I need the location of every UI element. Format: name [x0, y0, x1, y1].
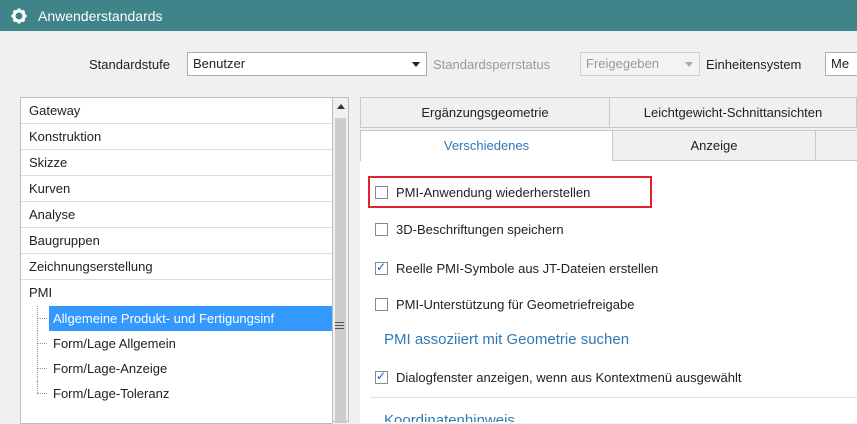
scrollbar-thumb[interactable]: [335, 118, 346, 423]
tree-connector: [37, 318, 47, 319]
sperrstatus-label: Standardsperrstatus: [433, 57, 551, 72]
option-pmi-unterstuetzung[interactable]: PMI-Unterstützung für Geometriefreigabe: [375, 292, 634, 316]
tree-subitem-label: Form/Lage-Anzeige: [53, 361, 168, 376]
tree-connector: [37, 368, 47, 369]
checkbox-checked[interactable]: [375, 369, 388, 384]
tree-scrollbar[interactable]: [332, 97, 349, 423]
tab-ergaenzungsgeometrie[interactable]: Ergänzungsgeometrie: [360, 97, 610, 128]
checkbox-checked[interactable]: [375, 260, 388, 275]
option-3d-beschriftungen[interactable]: 3D-Beschriftungen speichern: [375, 217, 564, 241]
tab-more[interactable]: [815, 130, 857, 161]
tree-item-zeichnungserstellung[interactable]: Zeichnungserstellung: [21, 254, 333, 280]
section-title: PMI assoziiert mit Geometrie suchen: [384, 331, 630, 348]
tree-item-gateway[interactable]: Gateway: [21, 98, 333, 124]
tree-connector: [37, 381, 38, 393]
tree-connector: [37, 343, 47, 344]
tree-item-analyse[interactable]: Analyse: [21, 202, 333, 228]
standardstufe-label: Standardstufe: [89, 57, 170, 72]
chevron-down-icon: [685, 62, 693, 67]
option-label: PMI-Anwendung wiederherstellen: [396, 184, 591, 200]
tab-verschiedenes[interactable]: Verschiedenes: [360, 130, 613, 161]
chevron-down-icon: [412, 62, 420, 67]
standardstufe-value: Benutzer: [193, 56, 246, 71]
option-pmi-anwendung[interactable]: PMI-Anwendung wiederherstellen: [375, 180, 590, 204]
tree-item-kurven[interactable]: Kurven: [21, 176, 333, 202]
option-label: Dialogfenster anzeigen, wenn aus Kontext…: [396, 369, 742, 385]
tree-subitem-form-lage-anzeige[interactable]: Form/Lage-Anzeige: [21, 356, 333, 381]
option-label: 3D-Beschriftungen speichern: [396, 221, 564, 237]
tree-item-pmi[interactable]: PMI: [21, 280, 333, 306]
einheiten-label: Einheitensystem: [706, 57, 802, 72]
standardstufe-select[interactable]: Benutzer: [187, 52, 427, 76]
option-label: Reelle PMI-Symbole aus JT-Dateien erstel…: [396, 260, 659, 276]
sperrstatus-value: Freigegeben: [586, 56, 659, 71]
window-titlebar: Anwenderstandards: [0, 0, 857, 31]
toolbar: Standardstufe Benutzer Standardsperrstat…: [0, 52, 857, 78]
window-title: Anwenderstandards: [38, 7, 163, 24]
tree-subitem-form-lage-toleranz[interactable]: Form/Lage-Toleranz: [21, 381, 333, 406]
option-label: PMI-Unterstützung für Geometriefreigabe: [396, 296, 635, 312]
sperrstatus-select[interactable]: Freigegeben: [580, 52, 700, 76]
tree-subitem-label: Form/Lage-Toleranz: [53, 386, 170, 401]
tree-item-baugruppen[interactable]: Baugruppen: [21, 228, 333, 254]
tree-subitem-form-lage-allgemein[interactable]: Form/Lage Allgemein: [21, 331, 333, 356]
einheiten-value: Me: [831, 56, 850, 71]
checkbox[interactable]: [375, 297, 388, 311]
option-reelle-pmi-symbole[interactable]: Reelle PMI-Symbole aus JT-Dateien erstel…: [375, 256, 658, 280]
checkbox[interactable]: [375, 222, 388, 236]
tree-subitem-label: Form/Lage Allgemein: [53, 336, 176, 351]
tree-subitem-allgemeine-produkt[interactable]: Allgemeine Produkt- und Fertigungsinf: [21, 306, 333, 331]
einheiten-select[interactable]: Me: [825, 52, 857, 76]
option-dialogfenster[interactable]: Dialogfenster anzeigen, wenn aus Kontext…: [375, 365, 741, 389]
tree-connector: [37, 393, 47, 394]
scrollbar-grip-icon: [335, 320, 344, 331]
tab-leichtgewicht-schnittansichten[interactable]: Leichtgewicht-Schnittansichten: [609, 97, 857, 128]
checkbox[interactable]: [375, 185, 388, 199]
section-title-next: Koordinatenhinweis: [384, 412, 515, 422]
gear-icon: [10, 7, 28, 25]
tree-item-skizze[interactable]: Skizze: [21, 150, 333, 176]
scroll-up-arrow-icon[interactable]: [337, 104, 345, 109]
divider: [370, 397, 857, 398]
tree-item-konstruktion[interactable]: Konstruktion: [21, 124, 333, 150]
tree-subitem-label: Allgemeine Produkt- und Fertigungsinf: [49, 306, 333, 331]
category-tree: Gateway Konstruktion Skizze Kurven Analy…: [20, 97, 333, 424]
tab-anzeige[interactable]: Anzeige: [612, 130, 816, 161]
